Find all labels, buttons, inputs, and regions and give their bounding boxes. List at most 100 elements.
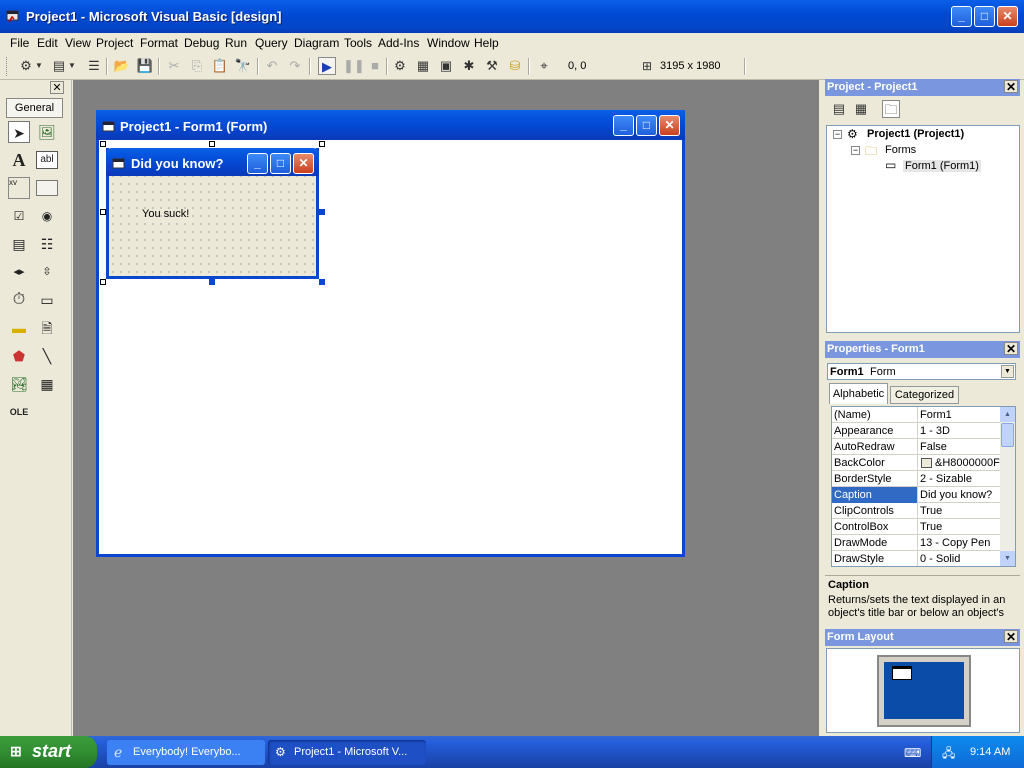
copy-icon[interactable]: ⎘ xyxy=(188,57,206,75)
properties-window-icon[interactable]: ▦ xyxy=(414,57,432,75)
close-button[interactable]: ✕ xyxy=(997,6,1018,27)
property-row[interactable]: DrawMode 13 - Copy Pen xyxy=(832,535,1000,551)
end-icon[interactable]: ■ xyxy=(366,57,384,75)
pointer-tool-icon[interactable]: ➤ xyxy=(8,121,30,143)
scroll-down-icon[interactable]: ▼ xyxy=(1000,551,1015,566)
object-selector[interactable]: Form1 Form ▼ xyxy=(827,363,1016,380)
menu-format[interactable]: Format xyxy=(140,36,178,50)
property-value-input[interactable]: Did you know? xyxy=(920,489,1000,501)
dirlistbox-tool-icon[interactable]: ▬ xyxy=(8,317,30,339)
textbox-tool-icon[interactable]: abl xyxy=(36,151,58,169)
property-row[interactable]: (Name) Form1 xyxy=(832,407,1000,423)
menu-add-ins[interactable]: Add-Ins xyxy=(378,36,419,50)
clock[interactable]: 9:14 AM xyxy=(970,746,1010,758)
property-row-selected[interactable]: Caption Did you know? xyxy=(832,487,1000,503)
designed-form[interactable]: Did you know? _ □ ✕ You suck! xyxy=(106,148,319,279)
property-scrollbar[interactable]: ▲ ▼ xyxy=(1000,407,1015,566)
drivelistbox-tool-icon[interactable]: ▭ xyxy=(36,289,58,311)
undo-icon[interactable]: ↶ xyxy=(263,57,281,75)
form-layout-close-icon[interactable]: ✕ xyxy=(1004,630,1018,644)
menu-view[interactable]: View xyxy=(65,36,91,50)
vscrollbar-tool-icon[interactable]: ⇳ xyxy=(36,261,58,283)
toolbox-tab-general[interactable]: General xyxy=(6,98,63,118)
keyboard-icon[interactable]: ⌨ xyxy=(904,746,921,760)
form-position-preview[interactable] xyxy=(892,666,912,680)
designer-maximize-button[interactable]: □ xyxy=(636,115,657,136)
toggle-folders-icon[interactable]: 🗀 xyxy=(882,100,900,118)
resize-handle[interactable] xyxy=(319,141,325,147)
property-row[interactable]: AutoRedraw False xyxy=(832,439,1000,455)
data-tool-icon[interactable]: ▦ xyxy=(36,373,58,395)
dropdown-arrow-icon[interactable]: ▼ xyxy=(34,57,44,75)
taskbar-item-browser[interactable]: ℯ Everybody! Everybo... xyxy=(107,740,265,765)
project-explorer-icon[interactable]: ⚙ xyxy=(391,57,409,75)
picturebox-tool-icon[interactable]: 🖼 xyxy=(36,121,58,143)
designer-close-button[interactable]: ✕ xyxy=(659,115,680,136)
listbox-tool-icon[interactable]: ☷ xyxy=(36,233,58,255)
menu-debug[interactable]: Debug xyxy=(184,36,219,50)
redo-icon[interactable]: ↷ xyxy=(286,57,304,75)
collapse-icon[interactable]: − xyxy=(851,146,860,155)
object-browser-icon[interactable]: ✱ xyxy=(460,57,478,75)
menu-help[interactable]: Help xyxy=(474,36,499,50)
minimize-button[interactable]: _ xyxy=(951,6,972,27)
start-icon[interactable]: ▶ xyxy=(318,57,336,75)
start-button[interactable]: ⊞ start xyxy=(0,736,97,768)
add-form-icon[interactable]: ▤ xyxy=(50,57,68,75)
data-view-icon[interactable]: ⛁ xyxy=(506,57,524,75)
find-icon[interactable]: 🔭 xyxy=(234,57,252,75)
menu-window[interactable]: Window xyxy=(427,36,470,50)
combobox-tool-icon[interactable]: ▤ xyxy=(8,233,30,255)
scroll-up-icon[interactable]: ▲ xyxy=(1000,407,1015,422)
app-title-bar[interactable]: Project1 - Microsoft Visual Basic [desig… xyxy=(0,0,1024,33)
property-row[interactable]: BorderStyle 2 - Sizable xyxy=(832,471,1000,487)
form-layout-icon[interactable]: ▣ xyxy=(437,57,455,75)
tab-alphabetic[interactable]: Alphabetic xyxy=(829,383,888,404)
image-tool-icon[interactable]: 🏞 xyxy=(8,373,30,395)
break-icon[interactable]: ❚❚ xyxy=(343,57,365,75)
view-code-icon[interactable]: ▤ xyxy=(830,100,848,118)
line-tool-icon[interactable]: ╲ xyxy=(36,345,58,367)
resize-handle[interactable] xyxy=(209,141,215,147)
designed-form-title-bar[interactable]: Did you know? _ □ ✕ xyxy=(106,148,319,176)
shape-tool-icon[interactable]: ⬟ xyxy=(8,345,30,367)
dropdown-arrow-icon[interactable]: ▼ xyxy=(67,57,77,75)
hscrollbar-tool-icon[interactable]: ◂▸ xyxy=(8,261,30,283)
menu-project[interactable]: Project xyxy=(96,36,133,50)
menu-run[interactable]: Run xyxy=(225,36,247,50)
resize-handle[interactable] xyxy=(319,209,325,215)
collapse-icon[interactable]: − xyxy=(833,130,842,139)
add-project-icon[interactable]: ⚙ xyxy=(17,57,35,75)
project-explorer-close-icon[interactable]: ✕ xyxy=(1004,80,1018,94)
property-row[interactable]: ControlBox True xyxy=(832,519,1000,535)
checkbox-tool-icon[interactable]: ☑ xyxy=(8,205,30,227)
designer-minimize-button[interactable]: _ xyxy=(613,115,634,136)
menu-editor-icon[interactable]: ☰ xyxy=(85,57,103,75)
tree-forms-folder[interactable]: Forms xyxy=(885,144,916,156)
property-row[interactable]: DrawStyle 0 - Solid xyxy=(832,551,1000,566)
toolbox-close-icon[interactable]: ✕ xyxy=(50,81,64,94)
form-label[interactable]: You suck! xyxy=(142,208,189,220)
tree-project-root[interactable]: Project1 (Project1) xyxy=(867,128,964,140)
menu-file[interactable]: File xyxy=(10,36,29,50)
cut-icon[interactable]: ✂ xyxy=(165,57,183,75)
form-close-button[interactable]: ✕ xyxy=(293,153,314,174)
toolbar-grip[interactable] xyxy=(6,57,9,76)
timer-tool-icon[interactable]: ⏱ xyxy=(8,289,30,311)
properties-close-icon[interactable]: ✕ xyxy=(1004,342,1018,356)
resize-handle[interactable] xyxy=(100,279,106,285)
tab-categorized[interactable]: Categorized xyxy=(890,386,959,404)
chevron-down-icon[interactable]: ▼ xyxy=(1001,365,1014,378)
open-icon[interactable]: 📂 xyxy=(113,57,131,75)
resize-handle[interactable] xyxy=(319,279,325,285)
property-row[interactable]: Appearance 1 - 3D xyxy=(832,423,1000,439)
property-row[interactable]: ClipControls True xyxy=(832,503,1000,519)
menu-tools[interactable]: Tools xyxy=(344,36,372,50)
tree-form1-item[interactable]: Form1 (Form1) xyxy=(903,160,981,172)
optionbutton-tool-icon[interactable]: ◉ xyxy=(36,205,58,227)
taskbar-item-vb[interactable]: ⚙ Project1 - Microsoft V... xyxy=(268,740,426,765)
view-object-icon[interactable]: ▦ xyxy=(852,100,870,118)
network-icon[interactable]: 🖧 xyxy=(942,744,955,765)
save-icon[interactable]: 💾 xyxy=(136,57,154,75)
label-tool-icon[interactable]: A xyxy=(8,149,30,171)
